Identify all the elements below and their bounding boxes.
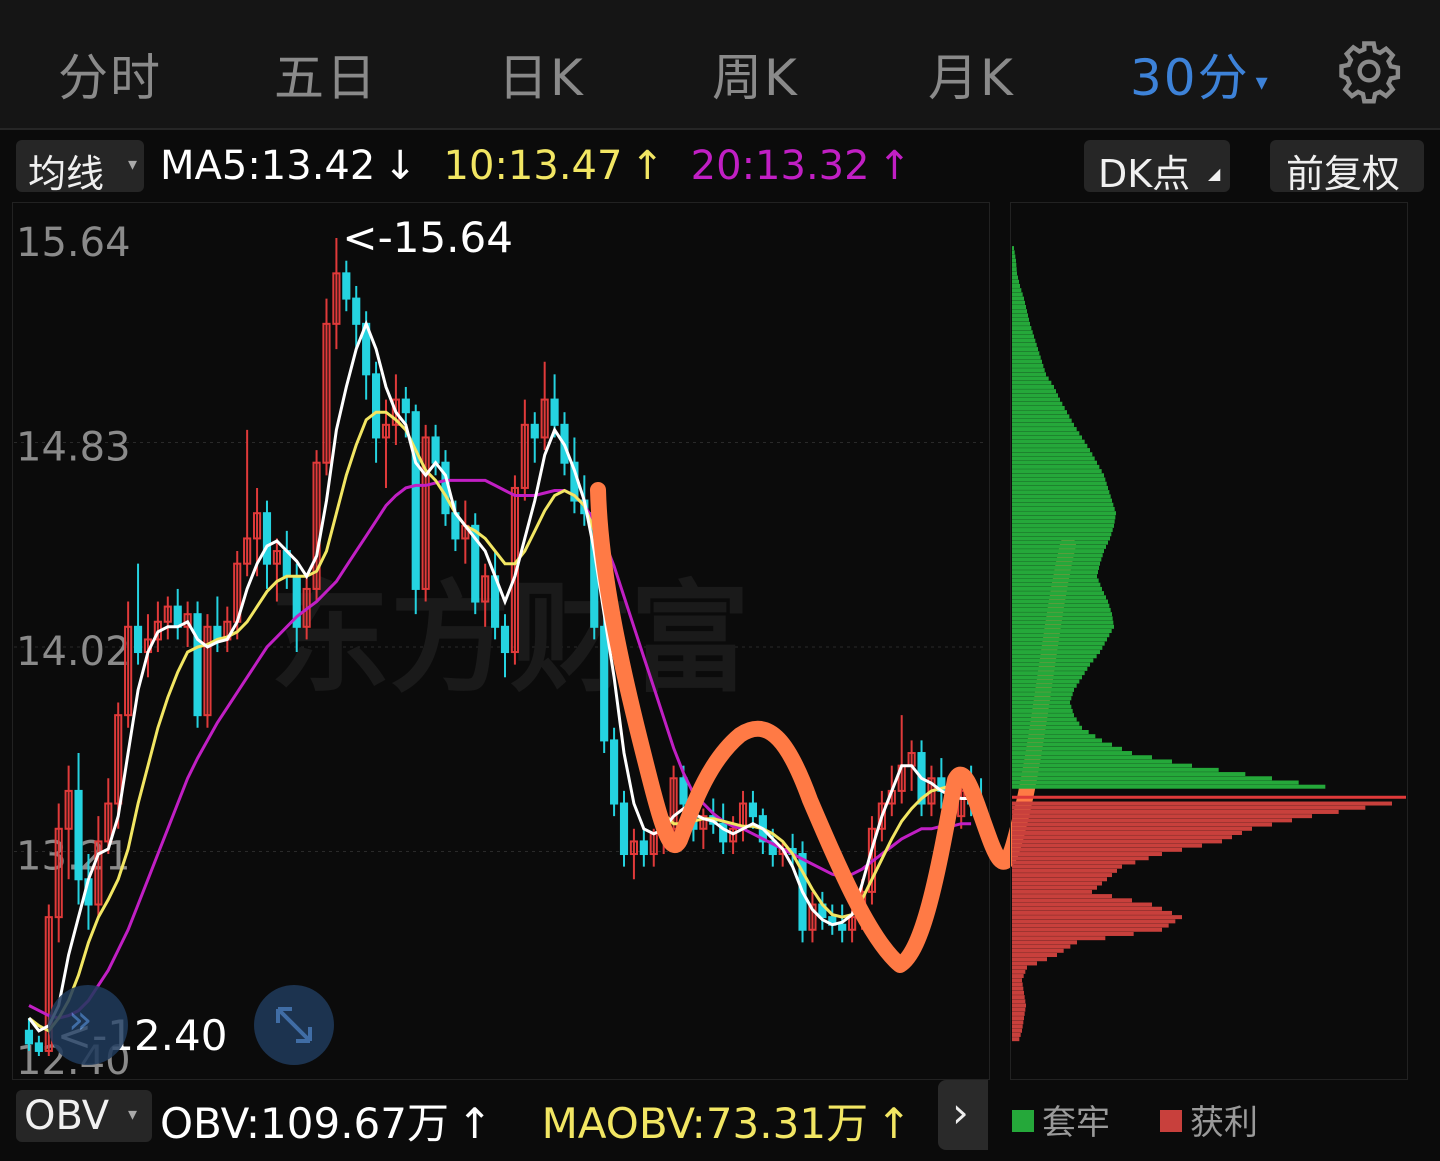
- caret-down-icon: ▾: [128, 154, 138, 175]
- forward-adjust-button[interactable]: 前复权: [1270, 140, 1424, 196]
- obv-arrow: ↑: [457, 1099, 493, 1148]
- ma10-arrow: ↑: [630, 143, 664, 189]
- trapped-swatch: [1012, 1110, 1034, 1132]
- expand-icon: [276, 1007, 312, 1043]
- tab-monthly-k[interactable]: 月K: [928, 38, 1015, 110]
- tab-30min[interactable]: 30分 ▾: [1130, 38, 1270, 110]
- obv-value: OBV:109.67万: [160, 1099, 449, 1148]
- legend-trapped-label: 套牢: [1042, 1103, 1110, 1143]
- tab-weekly-k[interactable]: 周K: [712, 38, 799, 110]
- ma-selector[interactable]: 均线 ▾: [16, 140, 144, 196]
- tab-daily-k[interactable]: 日K: [498, 38, 585, 110]
- forward-adjust-label: 前复权: [1286, 152, 1401, 196]
- ma5-value: MA5:13.42: [160, 143, 376, 189]
- chevron-right-icon: ›: [952, 1088, 969, 1137]
- volume-profile-frame: [1010, 202, 1408, 1080]
- fullscreen-button[interactable]: [254, 985, 334, 1065]
- ma20-arrow: ↑: [877, 143, 912, 189]
- ma-selector-label: 均线: [28, 152, 105, 196]
- tab-30min-label: 30分: [1130, 49, 1250, 107]
- dk-point-label: DK点: [1098, 152, 1191, 196]
- collapse-button[interactable]: »: [48, 985, 128, 1065]
- caret-down-icon: ▾: [128, 1104, 138, 1125]
- dk-point-button[interactable]: DK点 ◢: [1084, 140, 1230, 196]
- indicator-selector-label: OBV: [24, 1093, 110, 1139]
- ma10-value: 10:13.47: [443, 143, 623, 189]
- ma-values: MA5:13.42 ↓ 10:13.47 ↑ 20:13.32 ↑: [160, 143, 919, 189]
- tab-intraday[interactable]: 分时: [58, 38, 162, 110]
- next-indicator-button[interactable]: ›: [938, 1080, 988, 1150]
- maobv-value: MAOBV:73.31万: [541, 1099, 869, 1148]
- corner-triangle-icon: ◢: [1208, 164, 1221, 183]
- legend-profit-label: 获利: [1190, 1103, 1258, 1143]
- ma20-value: 20:13.32: [690, 143, 870, 189]
- indicator-selector[interactable]: OBV ▾: [16, 1090, 152, 1142]
- legend-trapped: 套牢: [1012, 1095, 1110, 1144]
- tab-five-day[interactable]: 五日: [274, 38, 378, 110]
- gear-icon[interactable]: [1336, 38, 1402, 104]
- kline-chart-frame: [12, 202, 990, 1080]
- caret-down-icon: ▾: [1255, 67, 1270, 96]
- maobv-arrow: ↑: [876, 1099, 912, 1148]
- profit-swatch: [1160, 1110, 1182, 1132]
- ma5-arrow: ↓: [383, 143, 417, 189]
- obv-values: OBV:109.67万 ↑ MAOBV:73.31万 ↑: [160, 1090, 911, 1151]
- period-tab-bar: 分时 五日 日K 周K 月K 30分 ▾: [0, 0, 1440, 130]
- legend-profit: 获利: [1160, 1095, 1258, 1144]
- double-chevron-icon: »: [68, 997, 93, 1043]
